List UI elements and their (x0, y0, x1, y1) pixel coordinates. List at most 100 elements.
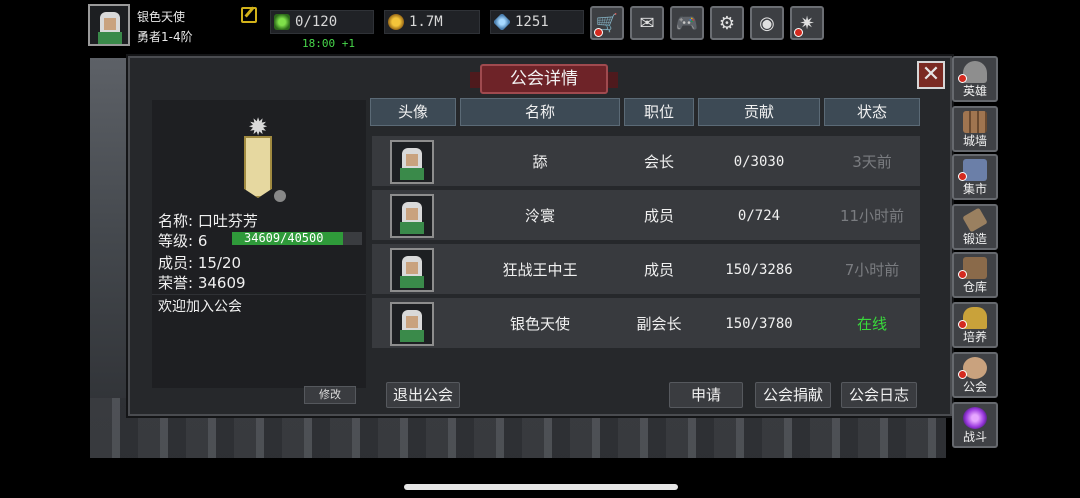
side-menu-guild[interactable]: 公会 (952, 352, 998, 398)
member-status: 在线 (856, 315, 887, 333)
top-bar: 银色天使 勇者1-4阶 0/120 18:00 +1 1.7M 1251 🛒 ✉… (0, 0, 1080, 52)
hammer-icon (962, 207, 988, 233)
modify-button[interactable]: 修改 (304, 386, 356, 404)
header-status: 状态 (824, 98, 920, 126)
gem-icon (492, 12, 512, 32)
gem-counter: 1251 (490, 10, 584, 34)
gamepad-button[interactable]: 🎮 (670, 6, 704, 40)
member-role: 成员 (643, 207, 674, 225)
side-menu-label: 城墙 (962, 134, 987, 148)
gamepad-icon: 🎮 (675, 12, 699, 34)
mail-icon: ✉ (639, 12, 655, 34)
camera-icon[interactable] (274, 190, 286, 202)
side-menu-warehouse[interactable]: 仓库 (952, 252, 998, 298)
gear-icon: ⚙ (718, 12, 736, 34)
member-role: 会长 (643, 153, 674, 171)
member-contribution: 0/724 (737, 208, 781, 224)
settings-button[interactable]: ⚙ (710, 6, 744, 40)
member-row[interactable]: 舔 会长 0/3030 3天前 (372, 136, 920, 188)
energy-counter: 0/120 (270, 10, 374, 34)
guild-name-label: 名称: (158, 212, 194, 230)
side-menu-market[interactable]: 集市 (952, 154, 998, 200)
member-avatar (390, 248, 434, 292)
side-menu-label: 公会 (962, 380, 987, 394)
energy-icon (274, 14, 290, 30)
side-menu-label: 培养 (962, 330, 987, 344)
apply-button[interactable]: 申请 (669, 382, 743, 408)
close-icon: ✕ (921, 62, 941, 87)
energy-value: 0/120 (295, 14, 338, 30)
member-table-header: 头像 名称 职位 贡献 状态 (370, 98, 920, 126)
side-menu-label: 英雄 (962, 84, 987, 98)
gem-value: 1251 (515, 14, 549, 30)
panel-title: 公会详情 (470, 64, 618, 94)
side-menu-wall[interactable]: 城墙 (952, 106, 998, 152)
member-name: 泠寰 (524, 207, 555, 225)
guild-honor: 34609 (197, 274, 246, 292)
member-avatar (390, 140, 434, 184)
guild-honor-row: 荣誉: 34609 (158, 272, 246, 293)
event-button[interactable]: ✷ (790, 6, 824, 40)
side-menu-label: 战斗 (962, 430, 987, 444)
member-row[interactable]: 泠寰 成员 0/724 11小时前 (372, 190, 920, 242)
header-avatar: 头像 (370, 98, 456, 126)
side-menu-label: 锻造 (962, 232, 987, 246)
side-menu-forge[interactable]: 锻造 (952, 204, 998, 250)
member-avatar (390, 194, 434, 238)
member-status: 7小时前 (844, 261, 900, 279)
portal-icon (963, 407, 987, 429)
energy-timer: 18:00 +1 (302, 37, 355, 50)
member-row[interactable]: 狂战王中王 成员 150/3286 7小时前 (372, 244, 920, 296)
member-role: 成员 (643, 261, 674, 279)
guild-level-label: 等级: (158, 232, 194, 250)
guild-xp-bar: 34609/40500 (232, 231, 362, 245)
member-role: 副会长 (636, 315, 682, 333)
guild-name-row: 名称: 口吐芬芳 (158, 210, 258, 231)
gold-counter: 1.7M (384, 10, 480, 34)
member-contribution: 0/3030 (733, 154, 785, 170)
guild-banner-icon: ✹ (228, 114, 288, 204)
header-role: 职位 (624, 98, 694, 126)
player-rank: 勇者1-4阶 (137, 30, 193, 44)
member-name: 银色天使 (509, 315, 570, 333)
member-list: 舔 会长 0/3030 3天前 泠寰 成员 0/724 11小时前 狂战王中王 … (372, 136, 920, 352)
guild-xp-text: 34609/40500 (244, 231, 324, 245)
member-name: 狂战王中王 (502, 261, 578, 279)
guild-detail-panel: 公会详情 ✕ ✹ 名称: 口吐芬芳 等级: 6 34609/40500 成员: … (128, 56, 952, 416)
member-status: 3天前 (852, 153, 892, 171)
divider (152, 294, 366, 295)
guild-log-button[interactable]: 公会日志 (841, 382, 917, 408)
player-name: 银色天使 (137, 10, 186, 24)
wall-icon (963, 111, 987, 133)
side-menu-battle[interactable]: 战斗 (952, 402, 998, 448)
player-avatar[interactable] (88, 4, 130, 46)
header-contribution: 贡献 (698, 98, 820, 126)
color-wheel-button[interactable]: ◉ (750, 6, 784, 40)
guild-members-label: 成员: (158, 254, 194, 272)
guild-donate-button[interactable]: 公会捐献 (755, 382, 831, 408)
close-button[interactable]: ✕ (917, 61, 945, 89)
guild-members: 15/20 (197, 254, 242, 272)
gold-value: 1.7M (409, 14, 443, 30)
mail-button[interactable]: ✉ (630, 6, 664, 40)
guild-level: 6 (197, 232, 208, 250)
guild-level-row: 等级: 6 (158, 230, 207, 251)
side-menu-training[interactable]: 培养 (952, 302, 998, 348)
home-indicator[interactable] (404, 484, 678, 490)
guild-notice: 欢迎加入公会 (158, 299, 242, 315)
member-avatar (390, 302, 434, 346)
member-contribution: 150/3286 (725, 262, 793, 278)
member-row[interactable]: 银色天使 副会长 150/3780 在线 (372, 298, 920, 350)
guild-honor-label: 荣誉: (158, 274, 194, 292)
color-wheel-icon: ◉ (759, 12, 775, 34)
header-name: 名称 (460, 98, 620, 126)
leave-guild-button[interactable]: 退出公会 (386, 382, 460, 408)
guild-members-row: 成员: 15/20 (158, 252, 241, 273)
guild-info-card: ✹ 名称: 口吐芬芳 等级: 6 34609/40500 成员: 15/20 荣… (152, 100, 366, 404)
guild-name: 口吐芬芳 (197, 212, 258, 230)
side-menu-heroes[interactable]: 英雄 (952, 56, 998, 102)
shop-button[interactable]: 🛒 (590, 6, 624, 40)
side-menu-label: 仓库 (962, 280, 987, 294)
edit-icon[interactable] (241, 7, 257, 23)
gold-coin-icon (388, 14, 404, 30)
